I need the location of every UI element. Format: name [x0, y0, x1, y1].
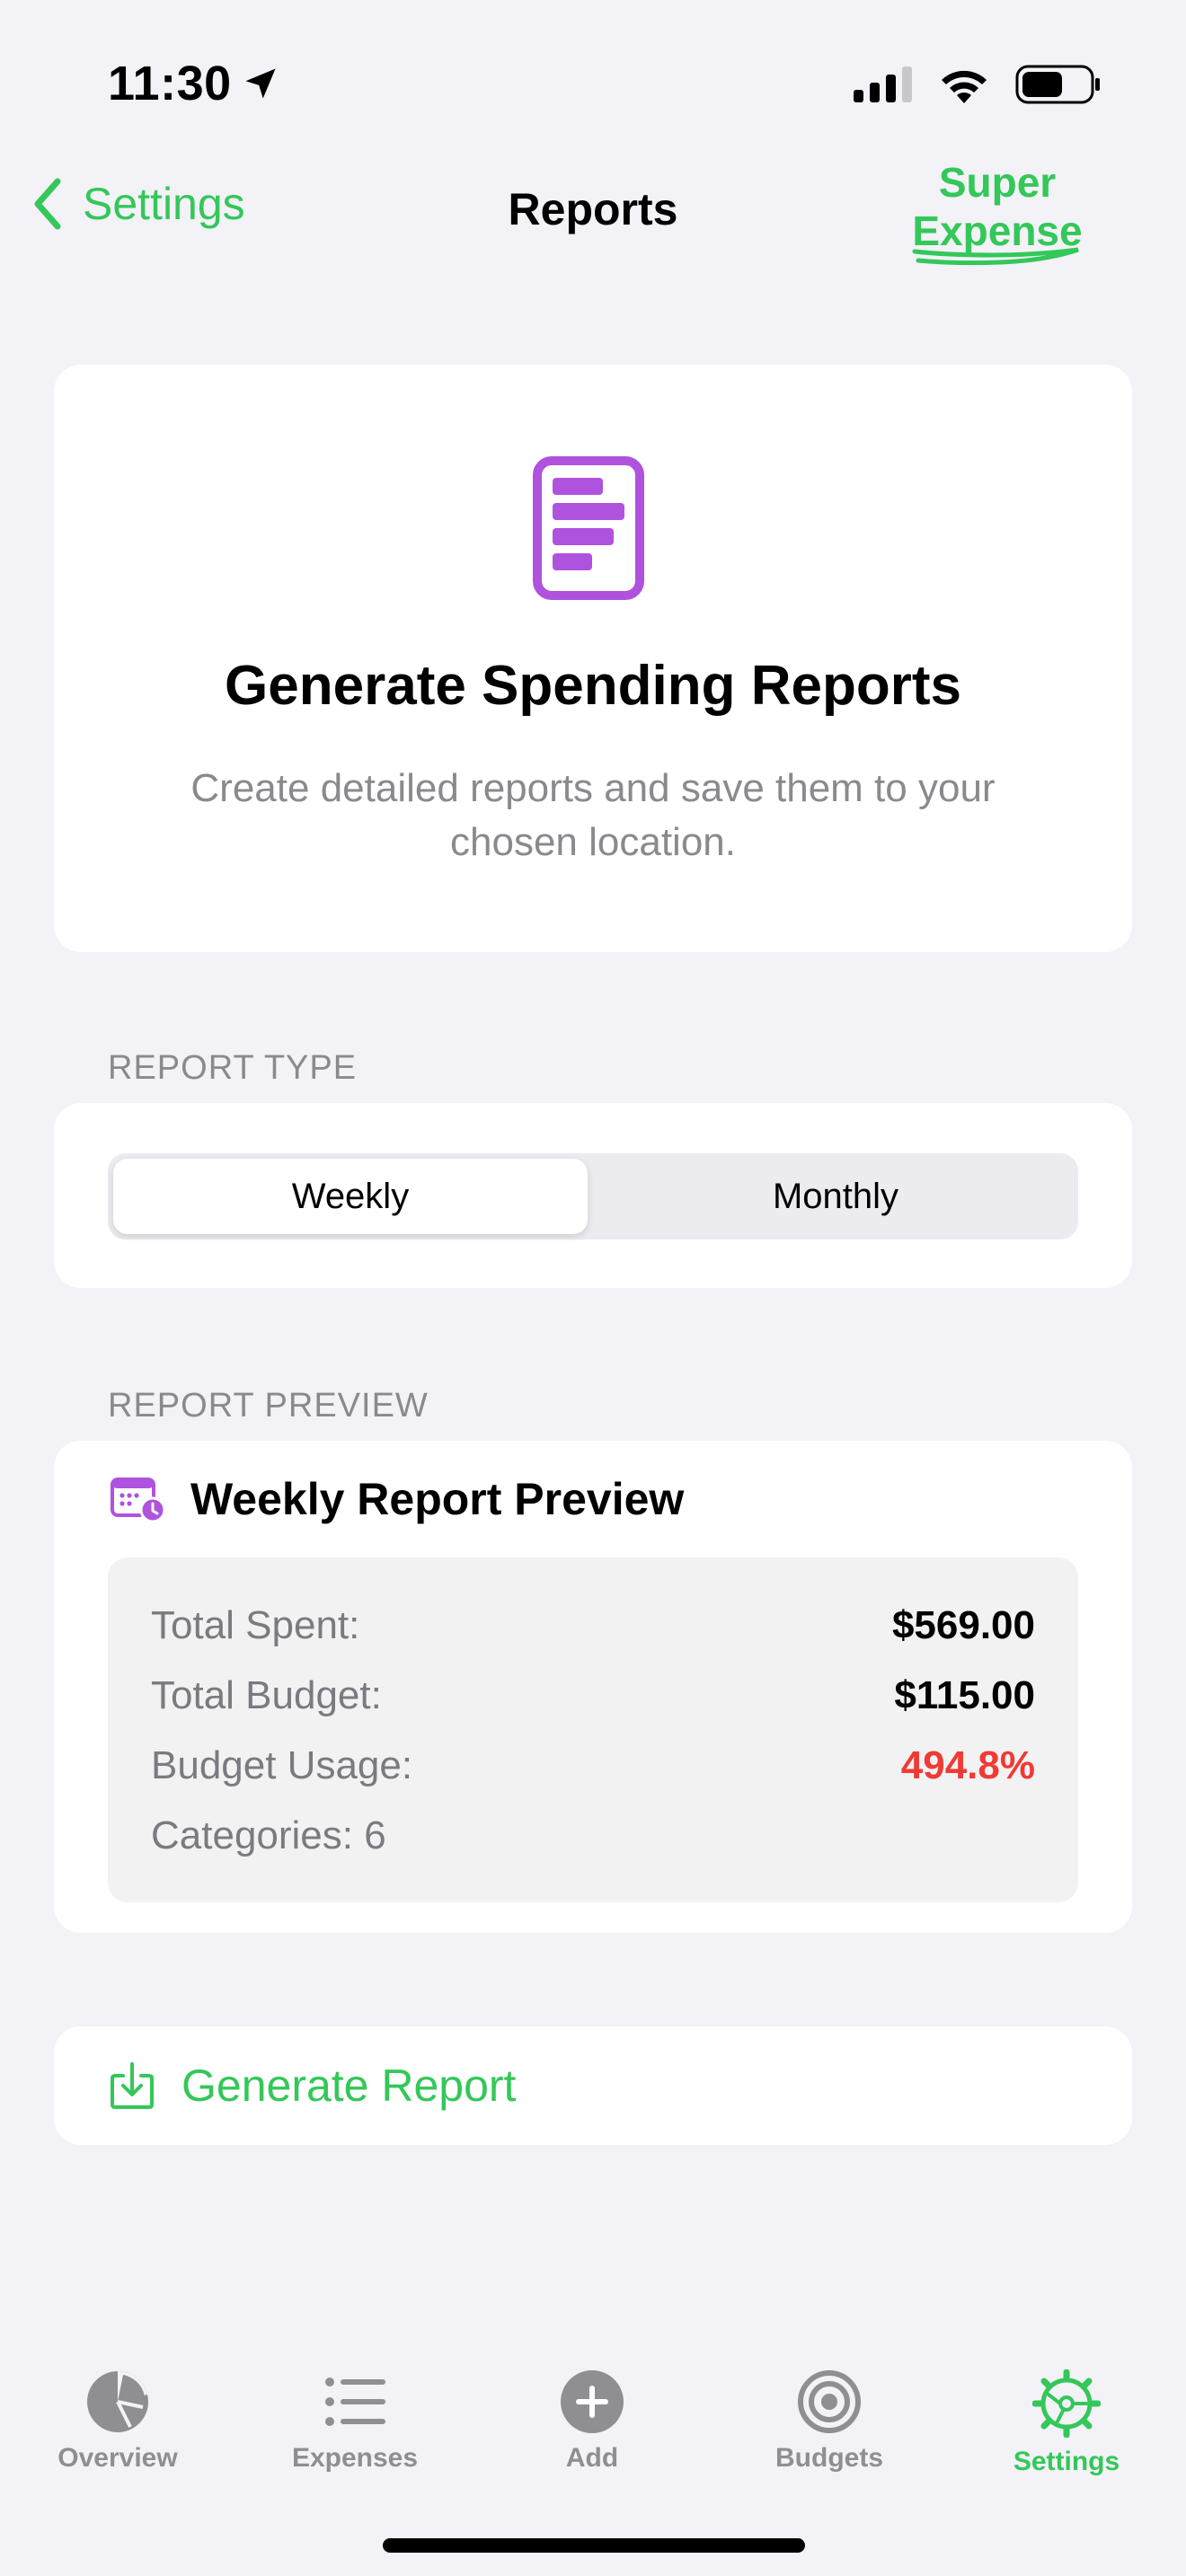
battery-icon — [1015, 65, 1100, 104]
reports-intro-card: Generate Spending Reports Create detaile… — [54, 365, 1132, 952]
tab-label: Budgets — [775, 2443, 883, 2473]
generate-report-button[interactable]: Generate Report — [54, 2026, 1132, 2145]
cellular-signal-icon — [854, 66, 912, 102]
tab-budgets[interactable]: Budgets — [739, 2369, 919, 2474]
stat-label: Total Spent: — [151, 1603, 360, 1647]
document-report-icon — [533, 456, 644, 600]
stat-row-total-spent: Total Spent: $569.00 — [151, 1599, 1035, 1653]
tab-label: Expenses — [291, 2443, 419, 2473]
stat-value: $115.00 — [894, 1673, 1035, 1717]
report-preview-card: Weekly Report Preview Total Spent: $569.… — [54, 1441, 1132, 1933]
tab-overview[interactable]: Overview — [28, 2369, 208, 2474]
preview-stats-box: Total Spent: $569.00 Total Budget: $115.… — [108, 1557, 1078, 1902]
tab-bar: Overview Expenses Add Budgets Settings — [0, 2353, 1186, 2488]
stat-value-over-budget: 494.8% — [900, 1743, 1035, 1787]
gear-icon — [1032, 2369, 1101, 2438]
segment-weekly[interactable]: Weekly — [113, 1159, 588, 1234]
list-icon — [325, 2378, 385, 2426]
tab-label: Add — [565, 2443, 619, 2473]
stat-row-categories: Categories: 6 — [151, 1809, 1035, 1863]
plus-circle-icon — [561, 2370, 624, 2433]
generate-report-content: Generate Report — [110, 2026, 516, 2145]
tab-label: Settings — [1013, 2447, 1120, 2476]
report-type-segmented-control: Weekly Monthly — [108, 1153, 1078, 1239]
stat-value: $569.00 — [891, 1603, 1035, 1647]
brand-logo: Super Expense — [898, 158, 1096, 266]
home-indicator[interactable] — [383, 2538, 805, 2553]
preview-title: Weekly Report Preview — [190, 1474, 685, 1524]
stat-row-total-budget: Total Budget: $115.00 — [151, 1669, 1035, 1723]
stat-label: Total Budget: — [151, 1673, 382, 1717]
tab-add[interactable]: Add — [502, 2369, 682, 2474]
stat-row-budget-usage: Budget Usage: 494.8% — [151, 1739, 1035, 1793]
brand-underline-swoosh — [912, 247, 1079, 266]
download-icon — [111, 2062, 154, 2109]
calendar-clock-icon — [111, 1478, 165, 1522]
target-icon — [798, 2370, 861, 2433]
tab-expenses[interactable]: Expenses — [265, 2369, 445, 2474]
tab-label: Overview — [58, 2443, 178, 2473]
location-arrow-icon — [245, 68, 276, 99]
generate-report-label: Generate Report — [181, 2060, 517, 2111]
report-type-section-label: REPORT TYPE — [108, 1049, 358, 1087]
brand-line-1: Super — [938, 159, 1057, 206]
status-time-text: 11:30 — [108, 57, 232, 110]
pie-chart-icon — [87, 2371, 148, 2432]
preview-header: Weekly Report Preview — [110, 1473, 684, 1525]
report-type-card: Weekly Monthly — [54, 1103, 1132, 1288]
hero-subtitle: Create detailed reports and save them to… — [190, 766, 996, 864]
segment-monthly[interactable]: Monthly — [598, 1159, 1073, 1234]
stat-label: Categories: 6 — [151, 1813, 386, 1857]
tab-settings[interactable]: Settings — [977, 2369, 1156, 2477]
hero-title: Generate Spending Reports — [225, 655, 961, 717]
reports-screen: 11:30 Settings Reports Super Expense Gen… — [0, 0, 1186, 2576]
status-time: 11:30 — [108, 56, 280, 111]
status-indicators — [854, 65, 1102, 104]
stat-label: Budget Usage: — [151, 1743, 413, 1787]
report-preview-section-label: REPORT PREVIEW — [108, 1387, 429, 1425]
wifi-icon — [942, 70, 987, 103]
